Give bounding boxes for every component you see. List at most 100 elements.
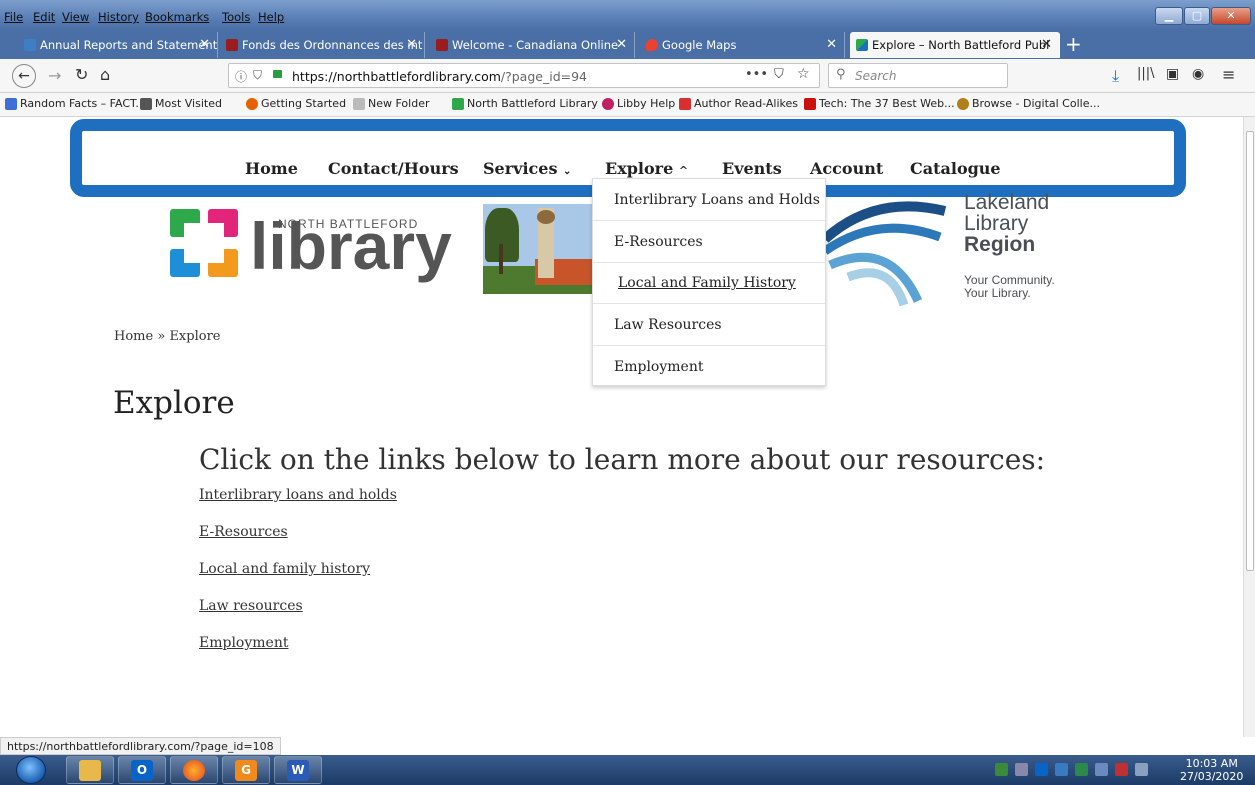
- link-interlibrary-loans[interactable]: Interlibrary loans and holds: [199, 487, 397, 503]
- dropdown-local-family-history[interactable]: Local and Family History: [618, 275, 796, 291]
- close-tab-icon[interactable]: ✕: [1041, 32, 1052, 58]
- search-field[interactable]: ⚲ Search: [828, 63, 1008, 88]
- nav-services[interactable]: Services ⌄: [483, 159, 571, 178]
- nav-events[interactable]: Events: [722, 159, 782, 178]
- bookmark-star-icon[interactable]: ☆: [797, 66, 810, 82]
- nav-explore[interactable]: Explore ^: [605, 159, 688, 178]
- minimize-button[interactable]: ▁: [1155, 7, 1183, 25]
- tray-flag-icon[interactable]: [1115, 763, 1128, 776]
- map-pin-icon: [646, 39, 658, 51]
- tab-canadiana[interactable]: Welcome - Canadiana Online ✕: [430, 32, 635, 58]
- close-tab-icon[interactable]: ✕: [406, 32, 417, 58]
- tray-icon-5[interactable]: [1075, 763, 1088, 776]
- taskbar-word[interactable]: W: [274, 756, 322, 784]
- nb-library-logo[interactable]: NORTH BATTLEFORD library: [170, 207, 452, 287]
- bookmark-author-read-alikes[interactable]: Author Read-Alikes: [679, 97, 798, 110]
- bookmark-digital-collections[interactable]: Browse - Digital Colle...: [957, 97, 1100, 110]
- dropdown-employment[interactable]: Employment: [614, 359, 703, 375]
- site-icon: [226, 39, 238, 51]
- maximize-button[interactable]: ▢: [1184, 7, 1210, 25]
- menu-bookmarks[interactable]: Bookmarks: [145, 10, 209, 24]
- tab-fonds[interactable]: Fonds des Ordonnances des int ✕: [220, 32, 425, 58]
- taskbar-firefox[interactable]: [170, 756, 218, 784]
- tray-network-icon[interactable]: [1055, 763, 1068, 776]
- taskbar-explorer[interactable]: [66, 756, 114, 784]
- nav-catalogue[interactable]: Catalogue: [910, 159, 1001, 178]
- tab-explore[interactable]: Explore – North Battleford Publ ✕: [850, 32, 1060, 58]
- link-local-family-history[interactable]: Local and family history: [199, 561, 370, 577]
- system-clock[interactable]: 10:03 AM 27/03/2020: [1180, 757, 1243, 783]
- logo-big-text: library: [250, 209, 452, 283]
- bookmark-random-facts[interactable]: Random Facts – FACT...: [5, 97, 146, 110]
- bookmark-getting-started[interactable]: Getting Started: [246, 97, 346, 110]
- dropdown-law-resources[interactable]: Law Resources: [614, 317, 722, 333]
- search-icon: ⚲: [836, 67, 846, 82]
- tab-label: Annual Reports and Statements: [40, 38, 218, 52]
- dropdown-interlibrary-loans[interactable]: Interlibrary Loans and Holds: [614, 192, 820, 208]
- close-tab-icon[interactable]: ✕: [199, 32, 210, 58]
- menu-tools[interactable]: Tools: [222, 10, 250, 24]
- library-logo-icon: [856, 39, 868, 51]
- account-icon[interactable]: ◉: [1192, 66, 1204, 82]
- taskbar-outlook[interactable]: O: [118, 756, 166, 784]
- library-icon[interactable]: |||\: [1137, 66, 1155, 81]
- menu-history[interactable]: History: [98, 10, 139, 24]
- tray-display-icon[interactable]: [1135, 763, 1148, 776]
- url-bar[interactable]: ⓘ ⛉ https://northbattlefordlibrary.com/?…: [228, 63, 820, 88]
- crest-icon: [957, 98, 969, 110]
- shield-icon[interactable]: ⛉: [253, 68, 262, 83]
- menu-view[interactable]: View: [62, 10, 89, 24]
- tab-label: Google Maps: [662, 38, 737, 52]
- bookmark-new-folder[interactable]: New Folder: [353, 97, 429, 110]
- tray-icon-1[interactable]: [995, 763, 1008, 776]
- tab-annual-reports[interactable]: Annual Reports and Statements ✕: [18, 32, 218, 58]
- explore-dropdown-menu: Interlibrary Loans and Holds E-Resources…: [592, 178, 826, 386]
- page-scrollbar[interactable]: [1243, 117, 1255, 737]
- reload-icon[interactable]: ↻: [75, 65, 88, 84]
- nav-services-label: Services: [483, 159, 558, 178]
- library-mark-icon: [170, 209, 240, 279]
- link-law-resources[interactable]: Law resources: [199, 598, 303, 614]
- new-tab-button[interactable]: +: [1065, 32, 1082, 56]
- forward-arrow-icon[interactable]: →: [48, 66, 61, 85]
- tray-volume-icon[interactable]: [1095, 763, 1108, 776]
- chevron-up-icon: ^: [678, 164, 689, 177]
- search-placeholder: Search: [855, 69, 897, 83]
- status-url: https://northbattlefordlibrary.com/?page…: [0, 737, 281, 755]
- link-employment[interactable]: Employment: [199, 635, 288, 651]
- pocket-icon[interactable]: ⛉: [774, 67, 784, 82]
- downloads-icon[interactable]: ⤓: [1112, 66, 1119, 86]
- nav-account[interactable]: Account: [810, 159, 883, 178]
- outlook-icon: O: [131, 760, 153, 781]
- page-actions-icon[interactable]: •••: [745, 67, 768, 82]
- sidebar-icon[interactable]: ▣: [1166, 66, 1179, 82]
- windows-start-icon[interactable]: [16, 756, 46, 784]
- link-e-resources[interactable]: E-Resources: [199, 524, 288, 540]
- close-tab-icon[interactable]: ✕: [826, 32, 837, 58]
- dropdown-e-resources[interactable]: E-Resources: [614, 234, 703, 250]
- tab-google-maps[interactable]: Google Maps ✕: [640, 32, 845, 58]
- tray-outlook-icon[interactable]: [1035, 763, 1048, 776]
- menu-file[interactable]: File: [4, 10, 23, 24]
- nav-contact-hours[interactable]: Contact/Hours: [328, 159, 459, 178]
- bookmark-tech[interactable]: Tech: The 37 Best Web...: [804, 97, 955, 110]
- taskbar-pdf-app[interactable]: G: [222, 756, 270, 784]
- bookmark-nb-library[interactable]: North Battleford Library: [452, 97, 598, 110]
- tray-icon-2[interactable]: [1015, 763, 1028, 776]
- info-icon[interactable]: ⓘ: [235, 68, 247, 85]
- bookmark-most-visited[interactable]: Most Visited: [140, 97, 222, 110]
- close-tab-icon[interactable]: ✕: [616, 32, 627, 58]
- lakeland-library-logo[interactable]: Lakeland Library Region Your Community. …: [820, 189, 1076, 307]
- breadcrumb-home[interactable]: Home: [114, 329, 153, 344]
- menu-help[interactable]: Help: [258, 10, 284, 24]
- breadcrumb: Home » Explore: [114, 329, 220, 344]
- back-arrow-icon[interactable]: ←: [12, 64, 36, 88]
- close-window-button[interactable]: ✕: [1211, 7, 1251, 25]
- lock-icon: [273, 70, 282, 78]
- nav-home[interactable]: Home: [245, 159, 298, 178]
- menu-hamburger-icon[interactable]: ≡: [1222, 65, 1235, 84]
- scrollbar-thumb[interactable]: [1246, 131, 1254, 571]
- home-icon[interactable]: ⌂: [100, 65, 110, 84]
- bookmark-libby-help[interactable]: Libby Help: [602, 97, 675, 110]
- menu-edit[interactable]: Edit: [33, 10, 55, 24]
